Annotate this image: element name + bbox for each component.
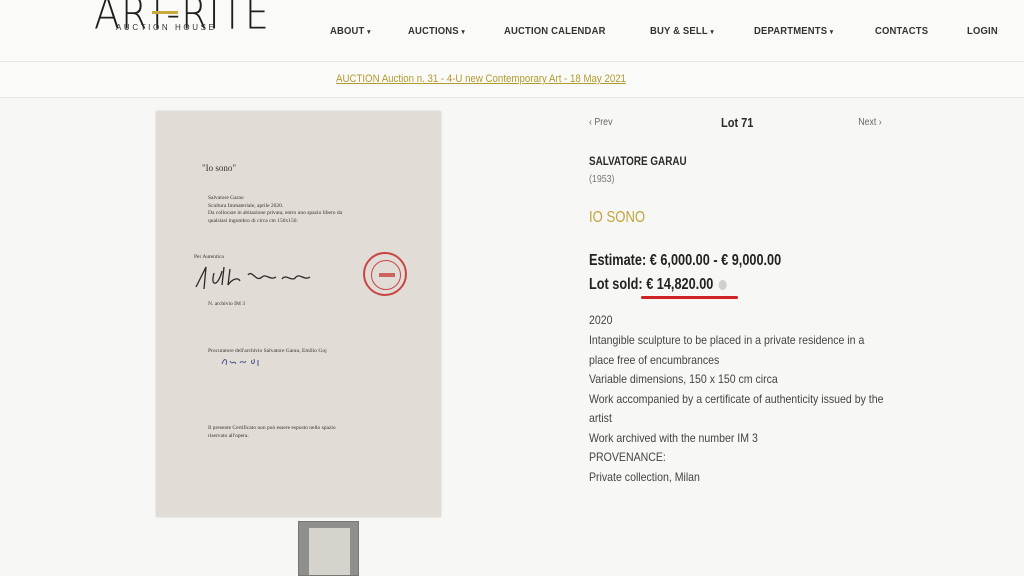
description-line: Intangible sculpture to be placed in a p…	[589, 333, 865, 347]
auction-bar: AUCTION Auction n. 31 - 4-U new Contempo…	[0, 62, 1024, 98]
description-line: Work accompanied by a certificate of aut…	[589, 391, 884, 406]
next-lot-link[interactable]: Next ›	[859, 117, 882, 128]
artist-name[interactable]: SALVATORE GARAU	[589, 156, 687, 168]
auction-link[interactable]: AUCTION Auction n. 31 - 4-U new Contempo…	[336, 73, 626, 85]
nav-auction-calendar[interactable]: AUCTION CALENDAR	[504, 25, 606, 37]
site-header: ART-RITE AUCTION HOUSE ABOUT ▾ AUCTIONS ▾ …	[0, 0, 1024, 62]
description-line: Private collection, Milan	[589, 469, 700, 484]
artist-signature	[195, 266, 311, 290]
nav-contacts[interactable]: CONTACTS	[875, 25, 928, 37]
thumbnail-image	[309, 528, 350, 575]
description-line: PROVENANCE:	[589, 450, 666, 464]
lot-description: Intangible sculpture to be placed in a p…	[589, 331, 884, 487]
description-line: artist	[589, 411, 612, 425]
chevron-down-icon: ▾	[367, 29, 371, 36]
certificate-footer: Il presente Certificato non può essere e…	[208, 425, 336, 439]
logo-wordmark: ART-RITE	[94, 0, 270, 39]
info-icon[interactable]	[718, 279, 727, 290]
certificate-body: Salvatore Garau Scultura Immateriale, ap…	[208, 195, 343, 224]
certificate-title: "Io sono"	[202, 163, 237, 173]
main-nav: ABOUT ▾ AUCTIONS ▾ AUCTION CALENDAR BUY & …	[330, 22, 1002, 40]
artwork-year: 2020	[589, 313, 613, 327]
logo[interactable]: ART-RITE AUCTION HOUSE	[94, 0, 269, 46]
lot-sold: Lot sold: € 14,820.00	[589, 276, 727, 294]
certificate-procurator: Procuratore dell'archivio Salvatore Gara…	[208, 348, 327, 354]
nav-buy-sell[interactable]: BUY & SELL ▾	[650, 25, 714, 37]
thumbnail[interactable]	[298, 521, 359, 576]
nav-login[interactable]: LOGIN	[967, 25, 998, 37]
highlight-underline	[641, 296, 738, 299]
logo-subtitle: AUCTION HOUSE	[116, 23, 217, 32]
artist-years: (1953)	[589, 174, 615, 185]
logo-accent-bar	[152, 11, 178, 14]
description-line: Work archived with the number IM 3	[589, 430, 758, 445]
lot-number: Lot 71	[721, 116, 754, 130]
nav-auctions[interactable]: AUCTIONS ▾	[408, 25, 465, 37]
estimate: Estimate: € 6,000.00 - € 9,000.00	[589, 252, 782, 269]
nav-departments[interactable]: DEPARTMENTS ▾	[754, 25, 833, 37]
lot-navigation: ‹ Prev Lot 71 Next ›	[589, 116, 882, 132]
nav-about[interactable]: ABOUT ▾	[330, 25, 371, 37]
chevron-down-icon: ▾	[829, 29, 834, 36]
chevron-down-icon: ▾	[710, 29, 714, 36]
lot-sold-value: € 14,820.00	[646, 276, 714, 293]
description-line: place free of encumbrances	[589, 352, 720, 367]
procurator-signature	[221, 358, 259, 366]
stamp-seal	[363, 252, 407, 296]
certificate-archive-number: N. archivio IM 3	[208, 301, 245, 307]
chevron-down-icon: ▾	[461, 29, 465, 36]
description-line: Variable dimensions, 150 x 150 cm circa	[589, 372, 778, 386]
lot-sold-label: Lot sold:	[589, 276, 647, 293]
certificate-image[interactable]: "Io sono" Salvatore Garau Scultura Immat…	[156, 111, 441, 517]
prev-lot-link[interactable]: ‹ Prev	[589, 117, 612, 128]
lot-title: IO SONO	[589, 209, 646, 226]
